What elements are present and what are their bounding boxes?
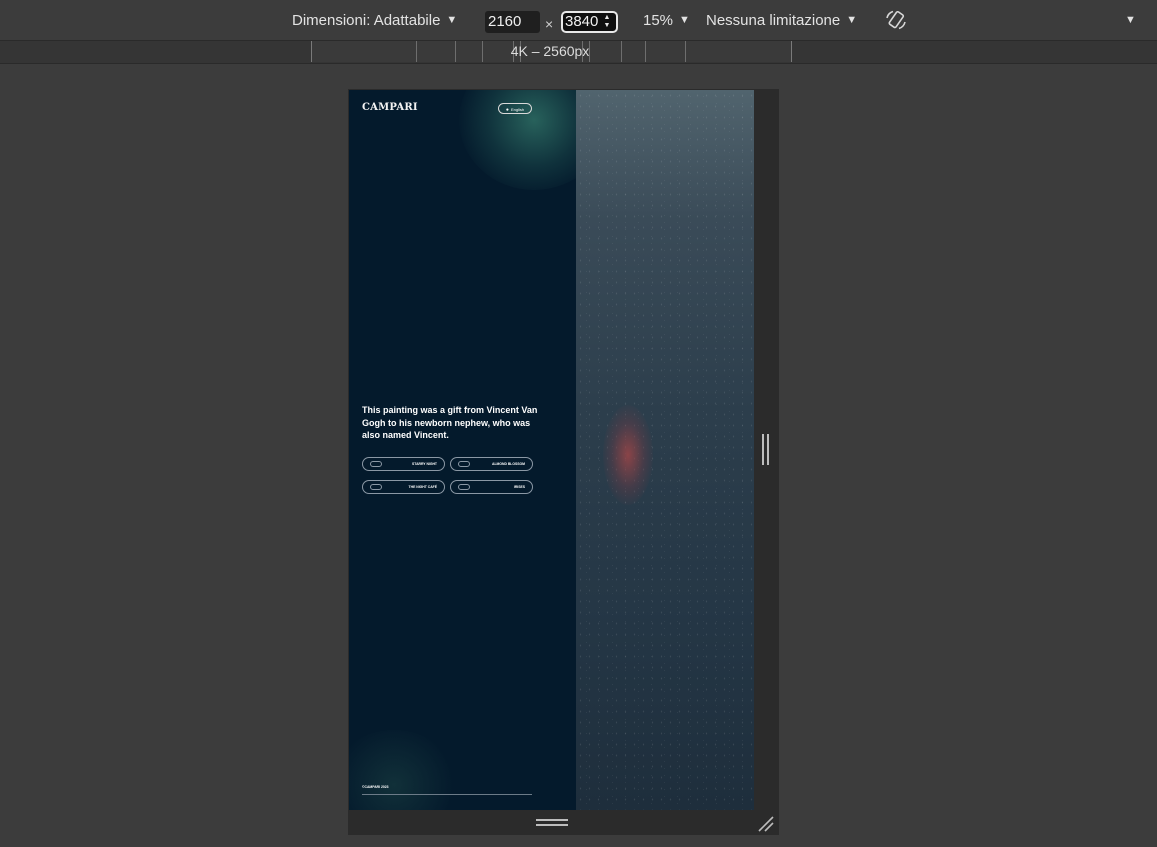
chevron-down-icon: ▼ bbox=[1125, 14, 1136, 26]
chip-label: STARRY NIGHT bbox=[412, 462, 437, 466]
grip-horizontal-icon[interactable] bbox=[536, 819, 568, 826]
footer-divider bbox=[362, 794, 532, 795]
ruler-tick[interactable] bbox=[645, 41, 646, 62]
dimensions-label: Dimensioni: Adattabile bbox=[292, 11, 441, 29]
language-button[interactable]: ● English bbox=[498, 103, 532, 114]
device-toolbar: Dimensioni: Adattabile ▼ 2160 × 3840 ▲ ▼ … bbox=[0, 0, 1157, 41]
campari-logo[interactable]: CAMPARI bbox=[362, 102, 418, 113]
chip-toggle-icon bbox=[458, 461, 470, 467]
times-symbol: × bbox=[545, 16, 554, 32]
red-light-glow bbox=[603, 405, 653, 505]
chip-night-cafe[interactable]: THE NIGHT CAFÉ bbox=[362, 480, 445, 494]
chevron-down-icon: ▼ bbox=[679, 14, 690, 26]
width-value: 2160 bbox=[488, 13, 522, 30]
chevron-down-icon: ▼ bbox=[446, 14, 458, 26]
rotate-button[interactable] bbox=[884, 0, 908, 40]
chip-label: THE NIGHT CAFÉ bbox=[408, 485, 437, 489]
throttle-dropdown[interactable]: Nessuna limitazione ▼ bbox=[706, 0, 857, 40]
globe-icon: ● bbox=[505, 107, 509, 113]
ruler-tick[interactable] bbox=[621, 41, 622, 62]
grip-vertical-icon[interactable] bbox=[762, 434, 769, 465]
rotate-icon bbox=[886, 10, 906, 30]
height-input[interactable]: 3840 ▲ ▼ bbox=[561, 11, 618, 33]
content-panel: CAMPARI ● English This painting was a gif… bbox=[349, 90, 576, 810]
zoom-dropdown[interactable]: 15% ▼ bbox=[643, 0, 690, 40]
width-input[interactable]: 2160 bbox=[485, 11, 540, 33]
chip-almond-blossom[interactable]: ALMOND BLOSSOM bbox=[450, 457, 533, 471]
ruler-label: 4K – 2560px bbox=[510, 43, 590, 59]
headline: This painting was a gift from Vincent Va… bbox=[362, 405, 538, 440]
dimensions-dropdown[interactable]: Dimensioni: Adattabile ▼ bbox=[292, 0, 457, 40]
ruler-tick[interactable] bbox=[685, 41, 686, 62]
chevron-down-icon: ▼ bbox=[846, 14, 858, 26]
height-value: 3840 bbox=[565, 13, 599, 30]
chip-label: ALMOND BLOSSOM bbox=[492, 462, 525, 466]
footer-copyright: ©CAMPARI 2023 bbox=[362, 785, 389, 789]
more-options-button[interactable]: ▼ bbox=[1125, 0, 1136, 40]
decorative-glow bbox=[349, 730, 459, 810]
ruler-tick[interactable] bbox=[482, 41, 483, 62]
stepper-icon[interactable]: ▲ ▼ bbox=[601, 14, 613, 30]
emulated-page: CAMPARI ● English This painting was a gif… bbox=[349, 90, 754, 810]
chip-starry-night[interactable]: STARRY NIGHT bbox=[362, 457, 445, 471]
ruler-tick[interactable] bbox=[455, 41, 456, 62]
throttle-label: Nessuna limitazione bbox=[706, 11, 841, 29]
ruler-tick[interactable] bbox=[416, 41, 417, 62]
zoom-label: 15% bbox=[643, 11, 674, 29]
chip-toggle-icon bbox=[370, 461, 382, 467]
resize-corner-icon[interactable] bbox=[757, 815, 775, 833]
painting-panel bbox=[576, 90, 754, 810]
chip-label: IRISES bbox=[513, 485, 525, 489]
chip-toggle-icon bbox=[458, 484, 470, 490]
language-label: English bbox=[510, 107, 525, 112]
chip-toggle-icon bbox=[370, 484, 382, 490]
media-query-ruler: 4K – 2560px bbox=[0, 41, 1157, 64]
chip-irises[interactable]: IRISES bbox=[450, 480, 533, 494]
